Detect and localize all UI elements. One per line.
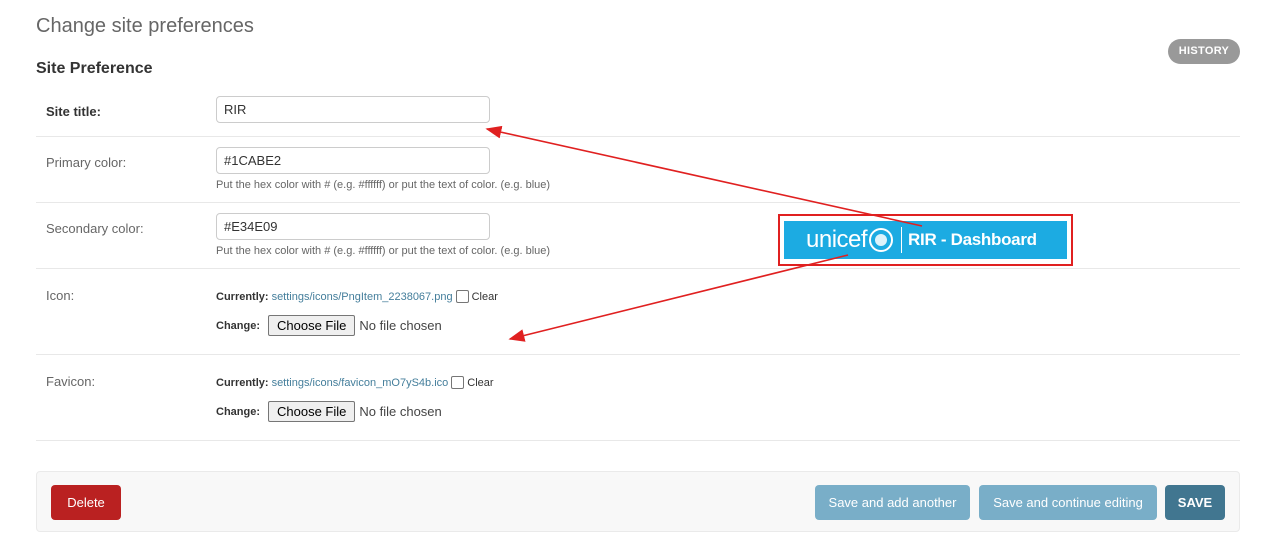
unicef-globe-icon [869, 228, 894, 252]
dashboard-header-preview: unicef RIR - Dashboard [784, 221, 1067, 259]
save-and-add-another-button[interactable]: Save and add another [815, 485, 970, 520]
primary-color-row: Primary color: Put the hex color with # … [36, 137, 1240, 203]
annotation-banner: unicef RIR - Dashboard [778, 214, 1073, 266]
submit-row: Delete Save and add another Save and con… [36, 471, 1240, 532]
banner-divider [901, 227, 903, 253]
primary-color-label: Primary color: [46, 155, 127, 170]
save-button[interactable]: SAVE [1165, 485, 1225, 520]
favicon-currently-label: Currently: [216, 376, 269, 389]
favicon-change-label: Change: [216, 405, 260, 418]
unicef-logo-text: unicef [806, 226, 868, 253]
icon-label: Icon: [46, 288, 75, 303]
favicon-choose-file-button[interactable]: Choose File [268, 401, 356, 422]
favicon-clear-label[interactable]: Clear [467, 377, 493, 389]
site-title-row: Site title: [36, 87, 1240, 137]
icon-row: Icon: Currently: settings/icons/PngItem_… [36, 269, 1240, 355]
secondary-color-input[interactable] [216, 213, 490, 240]
favicon-no-file-text: No file chosen [359, 404, 442, 419]
secondary-color-help: Put the hex color with # (e.g. #ffffff) … [216, 245, 551, 257]
icon-change-line: Change: Choose File No file chosen [216, 315, 442, 336]
favicon-label: Favicon: [46, 374, 96, 389]
page-title: Change site preferences [36, 15, 254, 37]
favicon-clear-checkbox[interactable] [451, 376, 465, 389]
favicon-current-file-link[interactable]: settings/icons/favicon_mO7yS4b.ico [272, 377, 449, 389]
primary-color-help: Put the hex color with # (e.g. #ffffff) … [216, 179, 551, 191]
save-and-continue-button[interactable]: Save and continue editing [979, 485, 1157, 520]
icon-currently-line: Currently: settings/icons/PngItem_223806… [216, 290, 498, 303]
icon-choose-file-button[interactable]: Choose File [268, 315, 356, 336]
icon-currently-label: Currently: [216, 290, 269, 303]
icon-clear-label[interactable]: Clear [472, 291, 498, 303]
primary-color-input[interactable] [216, 147, 490, 174]
site-title-input[interactable] [216, 96, 490, 123]
dashboard-title: RIR - Dashboard [908, 230, 1037, 249]
icon-change-label: Change: [216, 319, 260, 332]
secondary-color-label: Secondary color: [46, 221, 144, 236]
favicon-change-line: Change: Choose File No file chosen [216, 401, 442, 422]
delete-button[interactable]: Delete [51, 485, 121, 520]
favicon-row: Favicon: Currently: settings/icons/favic… [36, 355, 1240, 441]
icon-current-file-link[interactable]: settings/icons/PngItem_2238067.png [272, 291, 453, 303]
icon-no-file-text: No file chosen [359, 318, 442, 333]
history-button[interactable]: HISTORY [1168, 39, 1240, 64]
favicon-currently-line: Currently: settings/icons/favicon_mO7yS4… [216, 376, 494, 389]
section-title: Site Preference [36, 60, 153, 77]
icon-clear-checkbox[interactable] [455, 290, 469, 303]
site-title-label: Site title: [46, 104, 101, 119]
